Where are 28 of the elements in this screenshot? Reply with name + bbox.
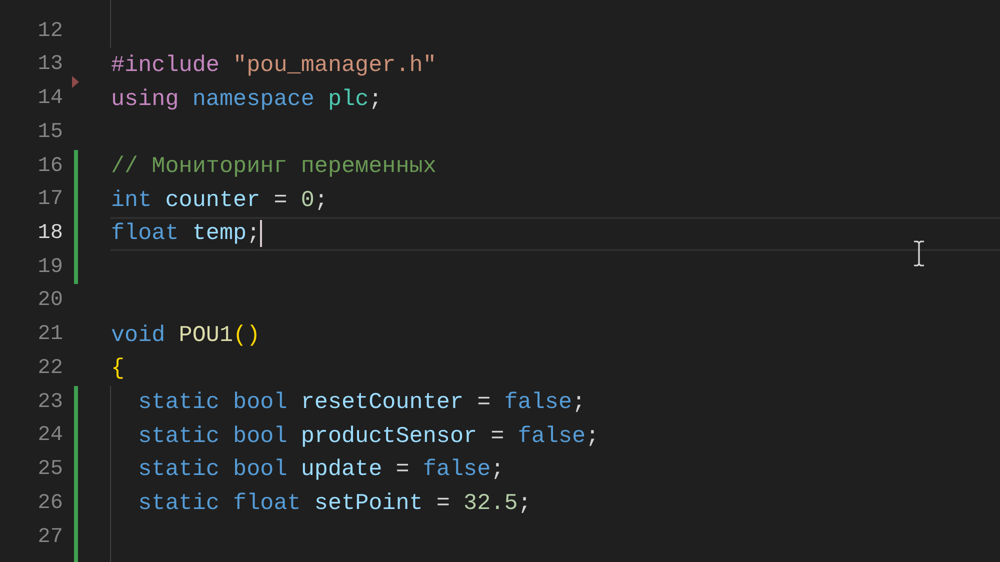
code-line: static bool productSensor = false; [137,422,600,451]
code-line: #include "pou_manager.h" [111,50,436,80]
code-comment: // Мониторинг переменных [111,152,436,181]
line-number: 25 [38,458,63,482]
code-line: static float setPoint = 32.5; [137,489,532,518]
line-number: 15 [38,120,63,144]
line-number: 16 [38,154,63,178]
code-line: static bool resetCounter = false; [137,388,586,417]
code-line: int counter = 0; [111,186,328,215]
line-number: 24 [38,424,63,448]
line-number: 22 [38,356,63,380]
code-line: void POU1() [111,320,260,350]
line-number: 12 [38,20,63,43]
line-number: 18 [38,222,63,246]
code-line: { [111,354,125,384]
line-number: 14 [38,87,63,110]
line-number: 21 [38,323,63,346]
code-line: using namespace plc; [111,84,382,114]
line-number: 13 [38,53,63,76]
line-number: 27 [38,526,63,548]
line-number: 19 [38,256,63,279]
i-beam-pointer-icon [913,240,925,267]
code-line: static bool update = false; [137,455,504,484]
code-line: float temp; [111,219,260,248]
line-number: 23 [38,390,63,414]
line-number: 20 [38,289,63,312]
line-number: 26 [38,492,63,515]
line-number: 17 [38,188,63,212]
